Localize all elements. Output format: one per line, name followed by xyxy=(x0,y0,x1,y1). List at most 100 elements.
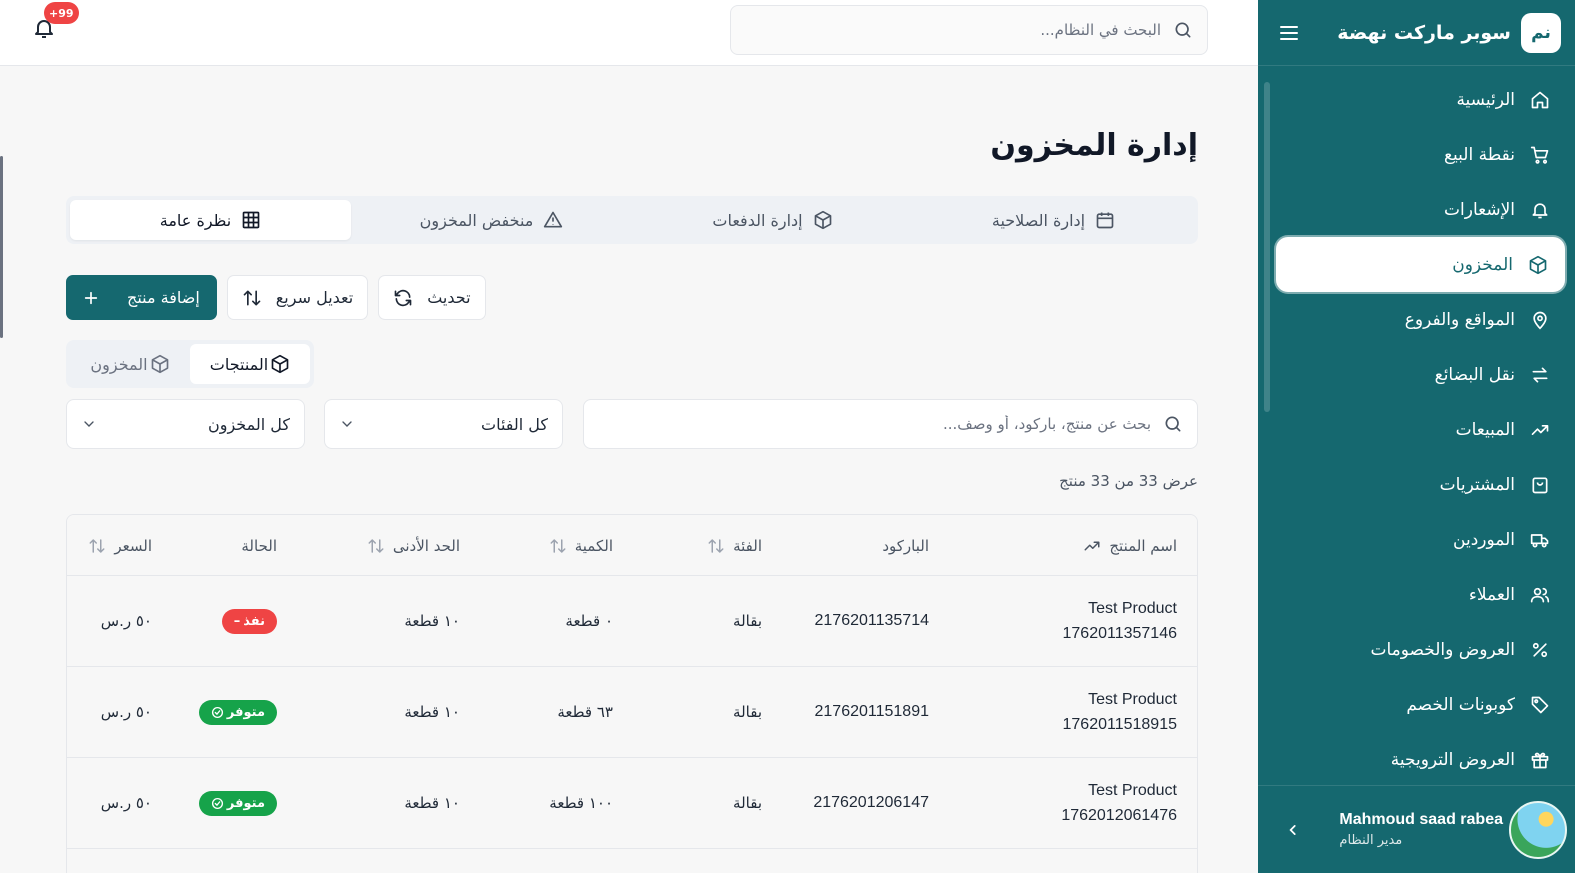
sidebar-user-panel[interactable]: Mahmoud saad rabea مدير النظام xyxy=(1258,785,1575,873)
column-header-category[interactable]: الفئة xyxy=(707,515,762,576)
check-circle-icon xyxy=(211,797,223,809)
tab-overview[interactable]: نظرة عامة xyxy=(70,200,351,240)
sort-icon xyxy=(549,537,567,555)
sidebar-item-purchases[interactable]: المشتريات xyxy=(1276,457,1567,512)
product-search[interactable] xyxy=(583,399,1198,449)
status-label: متوفر xyxy=(226,795,265,811)
collapse-sidebar-button[interactable] xyxy=(1282,819,1304,841)
product-name: Test Product xyxy=(1088,600,1177,617)
trending-up-icon xyxy=(1083,537,1101,555)
hamburger-icon xyxy=(1280,25,1298,40)
column-label: الحالة xyxy=(241,536,277,555)
column-header-min[interactable]: الحد الأدنى xyxy=(367,515,460,576)
status-badge: نفذ – xyxy=(221,608,277,634)
cell-price: ٥٠ ر.س xyxy=(100,794,152,812)
cell-price: ٥٠ ر.س xyxy=(100,703,152,721)
menu-toggle-button[interactable] xyxy=(1276,20,1302,46)
chevron-down-icon xyxy=(81,416,97,432)
quick-edit-label: تعديل سريع xyxy=(275,288,354,307)
sidebar-item-label: المبيعات xyxy=(1455,419,1515,440)
sidebar-item-pos[interactable]: نقطة البيع xyxy=(1276,127,1567,182)
sidebar-item-label: الرئيسية xyxy=(1456,89,1515,110)
sidebar-item-label: العروض والخصومات xyxy=(1370,639,1515,660)
sort-icon xyxy=(88,537,106,555)
refresh-button[interactable]: تحديث xyxy=(378,275,486,320)
plus-icon xyxy=(83,290,99,306)
sidebar-item-label: المواقع والفروع xyxy=(1404,309,1515,330)
sidebar-item-inventory[interactable]: المخزون xyxy=(1276,237,1565,292)
column-header-name[interactable]: اسم المنتج xyxy=(1083,515,1177,576)
tab-label: إدارة الدفعات xyxy=(712,210,803,230)
box-icon xyxy=(1527,254,1549,276)
sidebar-item-promotions[interactable]: العروض الترويجية xyxy=(1276,732,1567,787)
cell-min: ١٠ قطعة xyxy=(404,794,460,812)
trending-up-icon xyxy=(1529,419,1551,441)
product-code: 1762012061476 xyxy=(1061,807,1177,824)
product-search-input[interactable] xyxy=(598,415,1151,433)
app-root: نم سوبر ماركت نهضة الرئيسية نقطة البيع ا… xyxy=(0,0,1575,873)
home-icon xyxy=(1529,89,1551,111)
main-content: إدارة المخزون إدارة الصلاحية إدارة الدفع… xyxy=(0,66,1258,873)
user-name: Mahmoud saad rabea xyxy=(1339,811,1503,828)
sidebar-item-locations[interactable]: المواقع والفروع xyxy=(1276,292,1567,347)
global-search[interactable] xyxy=(730,5,1208,55)
notifications-button[interactable]: +99 xyxy=(30,2,79,42)
global-search-input[interactable] xyxy=(745,21,1161,39)
status-label: متوفر xyxy=(226,704,265,720)
inventory-tabs: إدارة الصلاحية إدارة الدفعات منخفض المخز… xyxy=(66,196,1198,244)
cell-category: بقالة xyxy=(733,612,762,630)
view-inventory[interactable]: المخزون xyxy=(70,344,190,384)
column-label: الحد الأدنى xyxy=(392,536,460,555)
add-product-label: إضافة منتج xyxy=(127,288,200,307)
grid-icon xyxy=(241,210,261,230)
sidebar-item-suppliers[interactable]: الموردين xyxy=(1276,512,1567,567)
sidebar-item-transfer[interactable]: نقل البضائع xyxy=(1276,347,1567,402)
tab-expiry[interactable]: إدارة الصلاحية xyxy=(913,200,1194,240)
cell-price: ٥٠ ر.س xyxy=(100,612,152,630)
box-icon xyxy=(270,354,290,374)
product-name: Test Product xyxy=(1088,782,1177,799)
tab-batches[interactable]: إدارة الدفعات xyxy=(632,200,913,240)
sidebar-item-label: العروض الترويجية xyxy=(1390,749,1515,770)
cell-quantity: ٦٣ قطعة xyxy=(557,703,613,721)
sidebar-item-coupons[interactable]: كوبونات الخصم xyxy=(1276,677,1567,732)
sidebar-item-label: الموردين xyxy=(1453,529,1515,550)
column-label: السعر xyxy=(114,536,152,555)
users-icon xyxy=(1529,584,1551,606)
column-label: الفئة xyxy=(733,536,762,555)
table-row[interactable]: Test Product 1762012061476 2176201206147… xyxy=(67,758,1197,849)
sidebar-item-notifications[interactable]: الإشعارات xyxy=(1276,182,1567,237)
tag-icon xyxy=(1529,694,1551,716)
tab-low-stock[interactable]: منخفض المخزون xyxy=(351,200,632,240)
sort-icon xyxy=(367,537,385,555)
sidebar-item-sales[interactable]: المبيعات xyxy=(1276,402,1567,457)
view-inventory-label: المخزون xyxy=(90,354,148,374)
page-scrollbar[interactable] xyxy=(0,156,3,338)
category-select-value: كل الفئات xyxy=(481,414,548,434)
sidebar-item-offers[interactable]: العروض والخصومات xyxy=(1276,622,1567,677)
column-header-price[interactable]: السعر xyxy=(88,515,152,576)
page-title: إدارة المخزون xyxy=(990,128,1198,163)
sidebar-item-home[interactable]: الرئيسية xyxy=(1276,72,1567,127)
stock-select[interactable]: كل المخزون xyxy=(66,399,305,449)
sidebar-nav: الرئيسية نقطة البيع الإشعارات المخزون ال… xyxy=(1276,72,1567,787)
sidebar-scrollbar[interactable] xyxy=(1264,82,1270,412)
brand-badge: نم xyxy=(1521,12,1561,53)
add-product-button[interactable]: إضافة منتج xyxy=(66,275,217,320)
sidebar-item-label: المخزون xyxy=(1452,254,1513,275)
column-header-barcode[interactable]: الباركود xyxy=(882,515,929,576)
table-row[interactable]: Test Product 1762011357146 2176201135714… xyxy=(67,576,1197,667)
percent-icon xyxy=(1529,639,1551,661)
sidebar-item-customers[interactable]: العملاء xyxy=(1276,567,1567,622)
table-row[interactable]: Test Product 1762011518915 2176201151891… xyxy=(67,667,1197,758)
package-icon xyxy=(150,354,170,374)
quick-edit-button[interactable]: تعديل سريع xyxy=(226,275,369,320)
shopping-bag-icon xyxy=(1529,474,1551,496)
gift-icon xyxy=(1529,749,1551,771)
category-select[interactable]: كل الفئات xyxy=(324,399,563,449)
view-products[interactable]: المنتجات xyxy=(190,344,310,384)
cell-barcode: 2176201151891 xyxy=(814,703,930,720)
column-header-status[interactable]: الحالة xyxy=(241,515,277,576)
search-icon xyxy=(1165,416,1181,432)
column-header-quantity[interactable]: الكمية xyxy=(549,515,613,576)
